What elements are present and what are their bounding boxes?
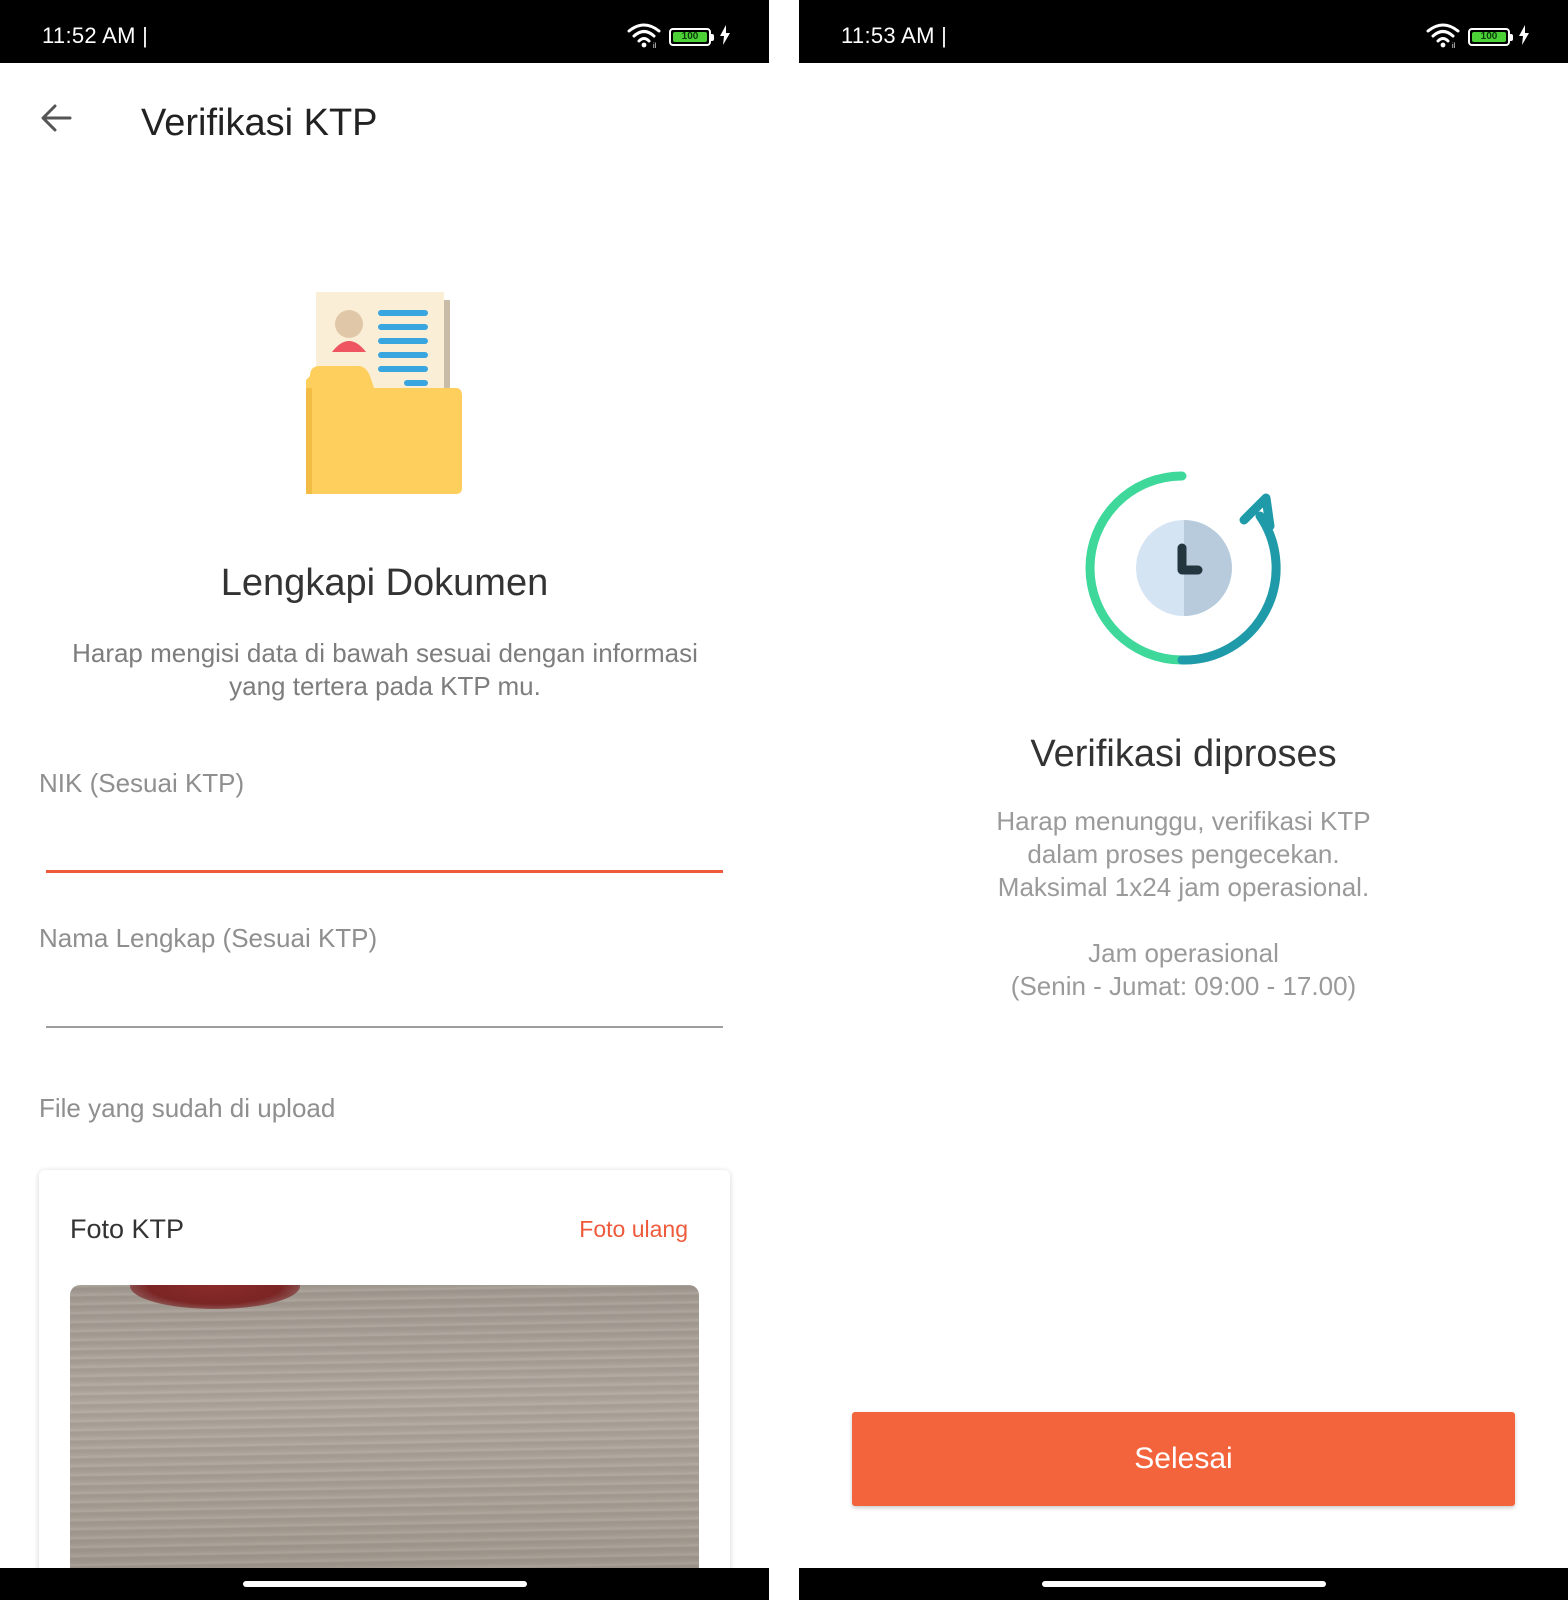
wifi-icon: il [627,22,661,53]
finish-button[interactable]: Selesai [852,1412,1515,1506]
home-indicator[interactable] [1041,1581,1326,1587]
navigation-bar [0,1568,769,1600]
status-icons: il 100 [627,23,731,51]
nik-underline [46,870,723,873]
nik-label: NIK (Sesuai KTP) [39,768,245,798]
status-description-line: Harap menunggu, verifikasi KTP [996,806,1371,836]
hours-title: Jam operasional [1088,938,1279,968]
arrow-left-icon [41,104,72,132]
back-button[interactable] [38,100,74,136]
document-folder-icon [306,292,462,494]
status-bar: 11:52 AM | il 100 [0,0,769,63]
status-description-line: dalam proses pengecekan. [1027,839,1340,869]
navigation-bar [799,1568,1568,1600]
section-description-line: Harap mengisi data di bawah sesuai denga… [72,638,698,668]
verification-status-screen: 11:53 AM | il 100 Verifikasi diproses Ha… [799,0,1568,1600]
battery-level: 100 [673,32,707,42]
section-title: Lengkapi Dokumen [220,562,549,604]
battery-icon: 100 [1468,28,1513,46]
section-description-line: yang tertera pada KTP mu. [229,671,541,701]
status-title: Verifikasi diproses [1030,733,1337,775]
nama-underline [46,1026,723,1028]
operational-hours: Jam operasional (Senin - Jumat: 09:00 - … [799,937,1568,1003]
home-indicator[interactable] [242,1581,527,1587]
status-bar: 11:53 AM | il 100 [799,0,1568,63]
battery-level: 100 [1472,32,1506,42]
ktp-photo-card: Foto KTP Foto ulang [39,1170,730,1600]
status-icons: il 100 [1426,23,1530,51]
nama-input[interactable] [46,973,723,1019]
svg-text:il: il [1452,43,1456,48]
status-time: 11:52 AM | [42,23,149,48]
nik-input[interactable] [46,818,723,864]
upload-section-label: File yang sudah di upload [39,1093,336,1123]
ktp-form-screen: 11:52 AM | il 100 Verifikasi KTP Lengkap… [0,0,769,1600]
clock-refresh-icon [1085,471,1281,665]
status-description-line: Maksimal 1x24 jam operasional. [997,872,1370,902]
page-title: Verifikasi KTP [141,102,378,144]
status-time: 11:53 AM | [841,23,948,48]
svg-text:il: il [653,43,657,48]
section-description: Harap mengisi data di bawah sesuai denga… [40,637,730,703]
charging-icon [1518,24,1530,50]
ktp-photo-preview [70,1285,699,1600]
nama-label: Nama Lengkap (Sesuai KTP) [39,923,378,953]
charging-icon [719,24,731,50]
retake-photo-link[interactable]: Foto ulang [579,1216,688,1243]
battery-icon: 100 [669,28,714,46]
wifi-icon: il [1426,22,1460,53]
card-title: Foto KTP [70,1214,185,1244]
hours-value: (Senin - Jumat: 09:00 - 17.00) [1010,971,1357,1001]
photo-object [130,1285,300,1309]
status-description: Harap menunggu, verifikasi KTP dalam pro… [799,805,1568,904]
